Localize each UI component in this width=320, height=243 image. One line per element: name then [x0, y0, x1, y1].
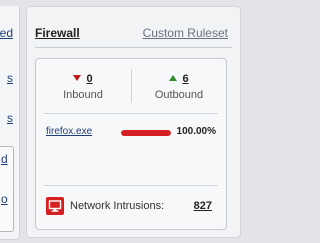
left-nested-box: d o [0, 146, 14, 232]
firewall-panel: Firewall Custom Ruleset 0 Inbound 6 Outb… [26, 6, 241, 238]
left-link-2[interactable]: s [7, 71, 13, 85]
intrusions-label: Network Intrusions: [70, 200, 165, 212]
inbound-count-link[interactable]: 0 [86, 73, 92, 85]
usage-percent: 100.00% [176, 126, 216, 137]
outbound-label: Outbound [154, 89, 204, 101]
arrow-up-icon [169, 74, 178, 81]
intrusions-row: Network Intrusions: 827 [46, 197, 220, 217]
usage-bar [121, 130, 171, 136]
left-box-link-2[interactable]: o [1, 192, 8, 206]
intrusions-divider [44, 185, 218, 186]
inbound-label: Inbound [63, 89, 103, 101]
monitor-alert-icon [46, 197, 64, 215]
left-link-3[interactable]: s [7, 111, 13, 125]
outbound-stat: 6 Outbound [132, 69, 226, 101]
outbound-count-link[interactable]: 6 [182, 73, 188, 85]
left-box-link-1[interactable]: d [1, 152, 8, 166]
stats-divider [44, 113, 218, 114]
usage-bar-fill [121, 130, 171, 136]
top-app-row: firefox.exe 100.00% [46, 126, 220, 140]
custom-ruleset-link[interactable]: Custom Ruleset [143, 26, 228, 40]
header-divider [35, 47, 232, 48]
left-link-1[interactable]: ed [0, 26, 13, 40]
inbound-stat: 0 Inbound [36, 69, 130, 101]
app-name-link[interactable]: firefox.exe [46, 126, 92, 137]
arrow-down-icon [73, 74, 82, 81]
firewall-title-link[interactable]: Firewall [35, 26, 80, 40]
intrusions-count-link[interactable]: 827 [194, 200, 212, 212]
firewall-summary-box: 0 Inbound 6 Outbound firefox.exe 100.00% [35, 58, 227, 230]
left-panel: ed s s d o ed [0, 6, 20, 240]
